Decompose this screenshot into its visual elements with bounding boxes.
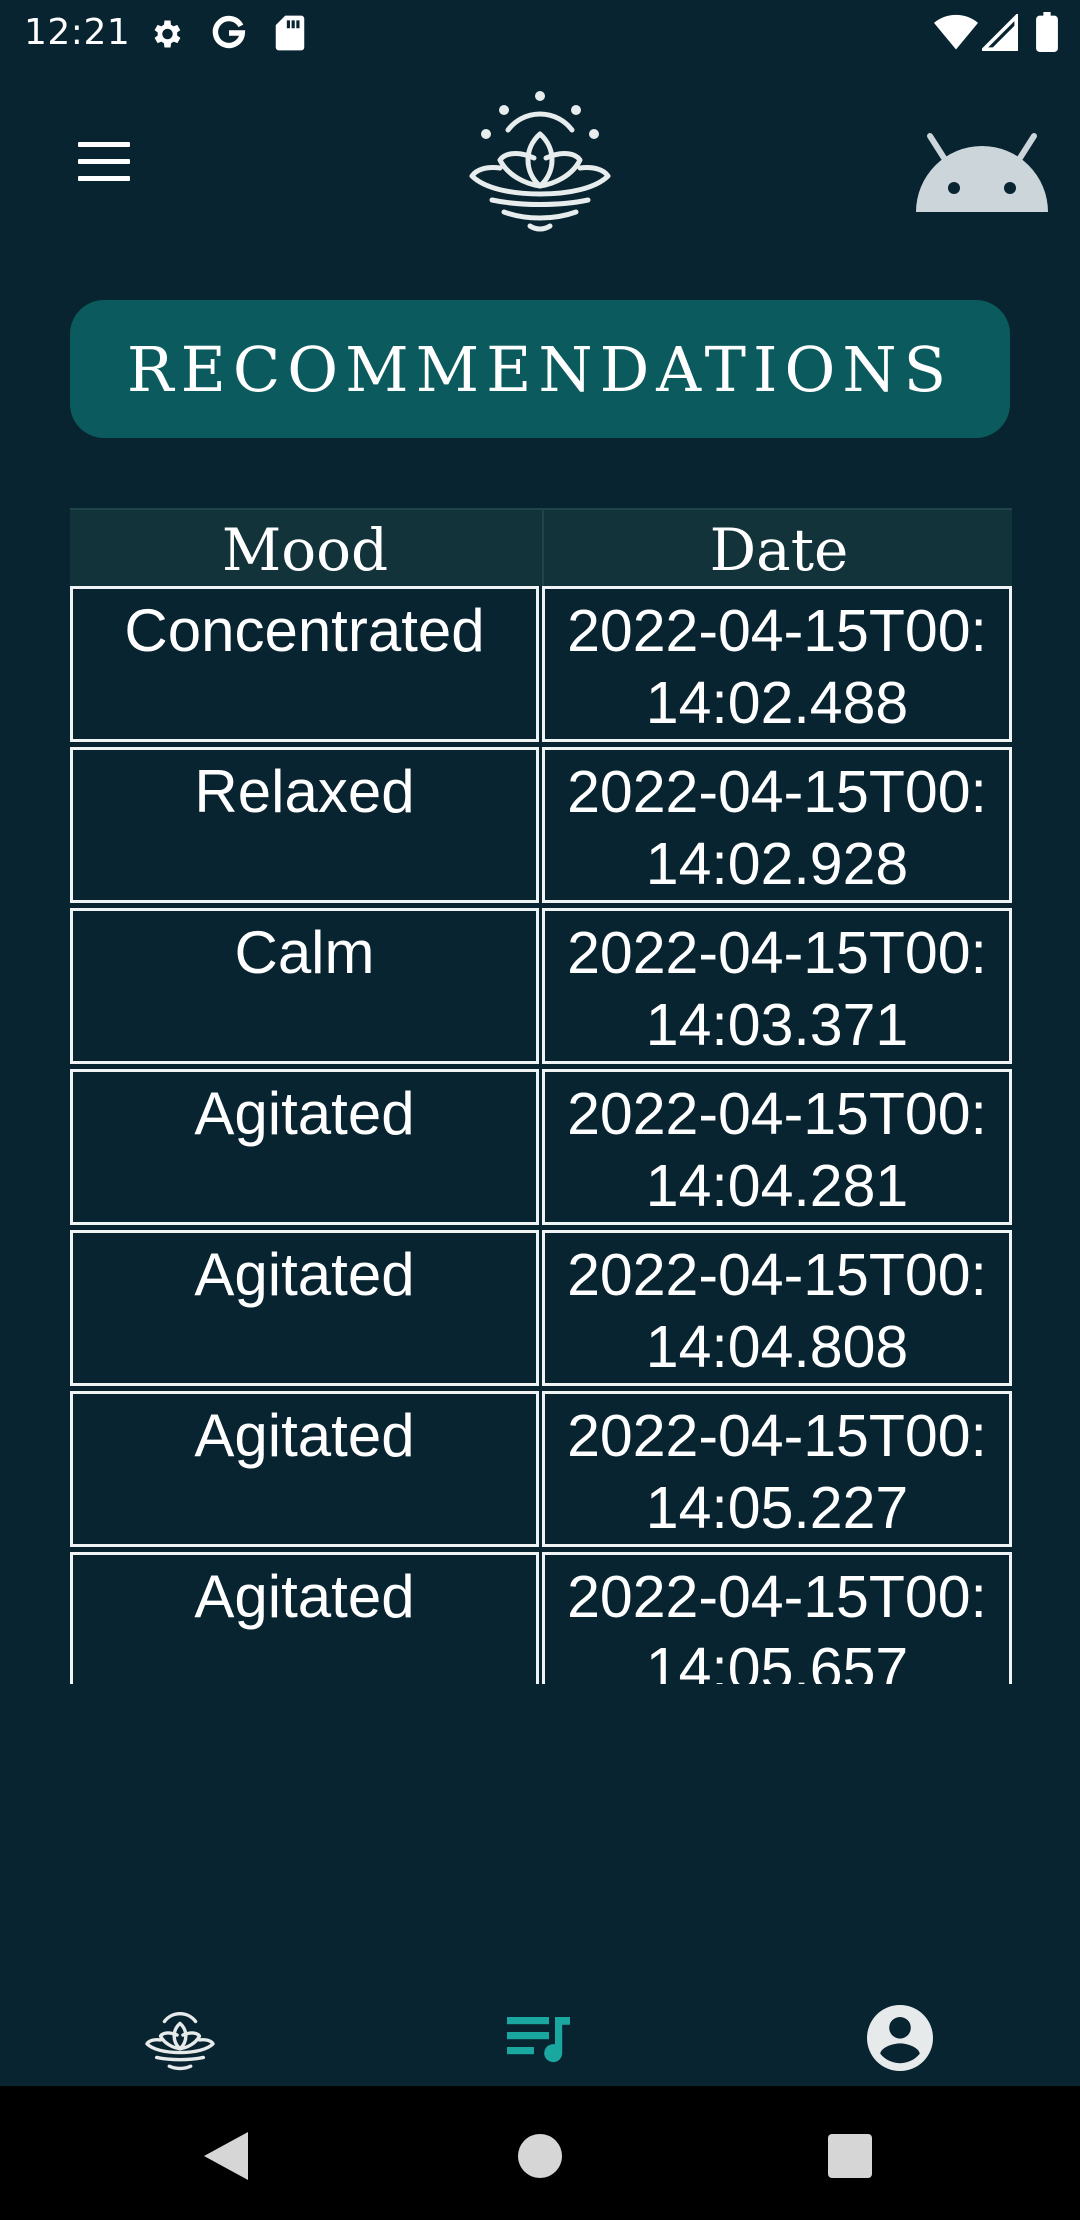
- status-bar: 12:21: [0, 0, 1080, 66]
- mood-cell: Relaxed: [70, 747, 539, 903]
- mood-cell: Agitated: [70, 1230, 539, 1386]
- wifi-icon: [934, 14, 978, 50]
- bottom-navigation: [0, 1966, 1080, 2086]
- status-time: 12:21: [24, 12, 131, 53]
- date-cell-line2: 14:05.227: [645, 1475, 909, 1541]
- account-circle-icon[interactable]: [864, 2002, 936, 2074]
- menu-button[interactable]: [70, 132, 140, 192]
- date-cell-line1: 2022-04-15T00:: [567, 1242, 987, 1308]
- settings-icon: [154, 20, 181, 48]
- mood-cell: Agitated: [70, 1069, 539, 1225]
- table-row: Agitated 2022-04-15T00: 14:04.808: [70, 1230, 1012, 1386]
- recents-icon[interactable]: [828, 2134, 872, 2178]
- menu-bar-middle: [78, 159, 130, 164]
- recommendations-banner[interactable]: RECOMMENDATIONS: [70, 300, 1010, 438]
- home-icon[interactable]: [518, 2134, 562, 2178]
- table-row: Agitated 2022-04-15T00: 14:05.657: [70, 1552, 1012, 1684]
- table-row: Concentrated 2022-04-15T00: 14:02.488: [70, 586, 1012, 742]
- mood-cell: Agitated: [70, 1552, 539, 1684]
- recommendations-screen: 12:21 RECOMMENDATIONS Mood Date Concentr…: [0, 0, 1080, 2220]
- date-cell-line1: 2022-04-15T00:: [567, 598, 987, 664]
- table-row: Agitated 2022-04-15T00: 14:04.281: [70, 1069, 1012, 1225]
- system-navigation-bar: [0, 2086, 1080, 2220]
- back-icon[interactable]: [204, 2132, 248, 2180]
- date-cell-line2: 14:03.371: [645, 992, 909, 1058]
- recommendations-table[interactable]: Mood Date Concentrated 2022-04-15T00: 14…: [70, 508, 1012, 1684]
- table-header: Mood Date: [70, 508, 1012, 586]
- date-cell-line1: 2022-04-15T00:: [567, 920, 987, 986]
- mood-cell: Concentrated: [70, 586, 539, 742]
- signal-icon: [982, 14, 1018, 51]
- table-row: Calm 2022-04-15T00: 14:03.371: [70, 908, 1012, 1064]
- column-header-date: Date: [542, 510, 1012, 586]
- column-header-mood: Mood: [221, 516, 389, 584]
- date-cell: 2022-04-15T00: 14:04.808: [542, 1230, 1012, 1386]
- sd-card-icon: [275, 15, 305, 51]
- lotus-meditation-icon[interactable]: [144, 2002, 216, 2074]
- battery-icon: [1036, 12, 1058, 52]
- playlist-music-icon[interactable]: [504, 2002, 576, 2074]
- date-cell-line1: 2022-04-15T00:: [567, 1403, 987, 1469]
- table-row: Agitated 2022-04-15T00: 14:05.227: [70, 1391, 1012, 1547]
- date-cell-line2: 14:02.488: [645, 670, 909, 736]
- date-cell-line1: 2022-04-15T00:: [567, 1564, 987, 1630]
- date-cell-line2: 14:02.928: [645, 831, 909, 897]
- table-row: Relaxed 2022-04-15T00: 14:02.928: [70, 747, 1012, 903]
- mood-cell: Calm: [70, 908, 539, 1064]
- date-cell: 2022-04-15T00: 14:05.657: [542, 1552, 1012, 1684]
- date-cell: 2022-04-15T00: 14:02.928: [542, 747, 1012, 903]
- date-cell: 2022-04-15T00: 14:04.281: [542, 1069, 1012, 1225]
- lotus-logo-icon: [469, 91, 611, 232]
- date-cell-line2: 14:05.657: [645, 1636, 909, 1684]
- mood-cell: Agitated: [70, 1391, 539, 1547]
- date-cell: 2022-04-15T00: 14:03.371: [542, 908, 1012, 1064]
- date-cell: 2022-04-15T00: 14:02.488: [542, 586, 1012, 742]
- menu-bar-bottom: [78, 176, 130, 181]
- date-cell-line1: 2022-04-15T00:: [567, 759, 987, 825]
- date-cell-line2: 14:04.281: [645, 1153, 909, 1219]
- date-cell-line2: 14:04.808: [645, 1314, 909, 1380]
- android-avatar-icon[interactable]: [916, 130, 1048, 212]
- date-cell-line1: 2022-04-15T00:: [567, 1081, 987, 1147]
- google-icon: [212, 15, 246, 49]
- menu-bar-top: [78, 142, 130, 147]
- date-cell: 2022-04-15T00: 14:05.227: [542, 1391, 1012, 1547]
